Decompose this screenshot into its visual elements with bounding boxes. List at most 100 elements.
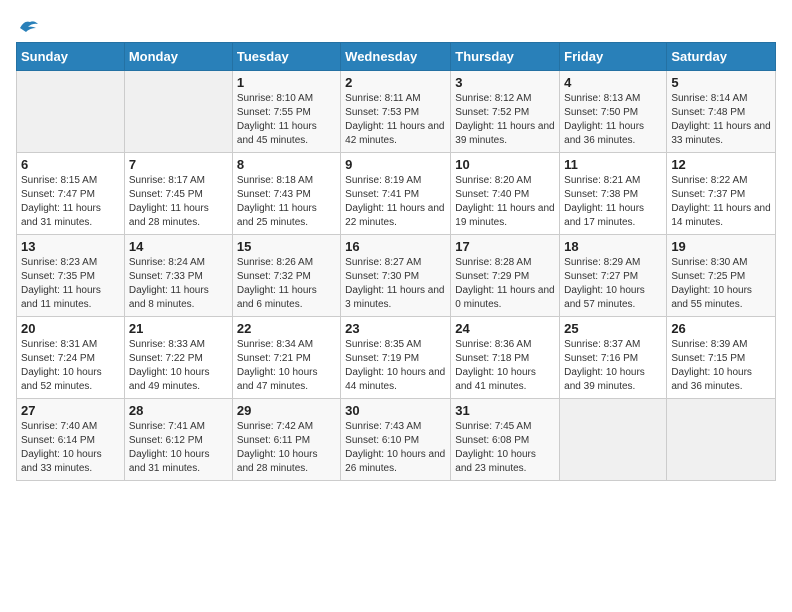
calendar-cell: 14 Sunrise: 8:24 AM Sunset: 7:33 PM Dayli… [124, 235, 232, 317]
calendar-cell: 26 Sunrise: 8:39 AM Sunset: 7:15 PM Dayli… [667, 317, 776, 399]
day-info: Sunrise: 8:18 AM Sunset: 7:43 PM Dayligh… [237, 174, 336, 230]
day-info: Sunrise: 8:36 AM Sunset: 7:18 PM Dayligh… [455, 338, 555, 394]
calendar-cell: 28 Sunrise: 7:41 AM Sunset: 6:12 PM Dayli… [124, 399, 232, 481]
day-info: Sunrise: 8:19 AM Sunset: 7:41 PM Dayligh… [345, 174, 446, 230]
day-info: Sunrise: 8:31 AM Sunset: 7:24 PM Dayligh… [21, 338, 120, 394]
day-info: Sunrise: 7:43 AM Sunset: 6:10 PM Dayligh… [345, 420, 446, 476]
calendar-cell: 20 Sunrise: 8:31 AM Sunset: 7:24 PM Dayli… [17, 317, 125, 399]
calendar-cell: 22 Sunrise: 8:34 AM Sunset: 7:21 PM Dayli… [232, 317, 340, 399]
day-number: 29 [237, 403, 336, 418]
day-number: 28 [129, 403, 228, 418]
day-header-saturday: Saturday [667, 43, 776, 71]
calendar-header-row: SundayMondayTuesdayWednesdayThursdayFrid… [17, 43, 776, 71]
day-info: Sunrise: 8:35 AM Sunset: 7:19 PM Dayligh… [345, 338, 446, 394]
day-number: 6 [21, 157, 120, 172]
day-header-thursday: Thursday [451, 43, 560, 71]
day-number: 23 [345, 321, 446, 336]
day-info: Sunrise: 8:37 AM Sunset: 7:16 PM Dayligh… [564, 338, 662, 394]
day-info: Sunrise: 8:11 AM Sunset: 7:53 PM Dayligh… [345, 92, 446, 148]
day-info: Sunrise: 8:15 AM Sunset: 7:47 PM Dayligh… [21, 174, 120, 230]
week-row-3: 13Sunrise: 8:23 AM Sunset: 7:35 PM Dayli… [17, 235, 776, 317]
calendar-cell: 8Sunrise: 8:18 AM Sunset: 7:43 PM Daylig… [232, 153, 340, 235]
week-row-4: 20 Sunrise: 8:31 AM Sunset: 7:24 PM Dayli… [17, 317, 776, 399]
week-row-1: 1Sunrise: 8:10 AM Sunset: 7:55 PM Daylig… [17, 71, 776, 153]
calendar-cell: 15Sunrise: 8:26 AM Sunset: 7:32 PM Dayli… [232, 235, 340, 317]
day-number: 24 [455, 321, 555, 336]
day-number: 19 [671, 239, 771, 254]
logo-bird-icon [18, 18, 40, 36]
day-number: 22 [237, 321, 336, 336]
logo [16, 16, 40, 34]
day-number: 10 [455, 157, 555, 172]
calendar-cell [124, 71, 232, 153]
calendar-cell [17, 71, 125, 153]
day-header-monday: Monday [124, 43, 232, 71]
calendar-cell: 10 Sunrise: 8:20 AM Sunset: 7:40 PM Dayli… [451, 153, 560, 235]
day-number: 4 [564, 75, 662, 90]
calendar-cell: 24 Sunrise: 8:36 AM Sunset: 7:18 PM Dayli… [451, 317, 560, 399]
day-info: Sunrise: 7:42 AM Sunset: 6:11 PM Dayligh… [237, 420, 336, 476]
calendar-cell: 23 Sunrise: 8:35 AM Sunset: 7:19 PM Dayli… [341, 317, 451, 399]
day-info: Sunrise: 8:17 AM Sunset: 7:45 PM Dayligh… [129, 174, 228, 230]
day-header-wednesday: Wednesday [341, 43, 451, 71]
calendar-cell: 17Sunrise: 8:28 AM Sunset: 7:29 PM Dayli… [451, 235, 560, 317]
calendar-table: SundayMondayTuesdayWednesdayThursdayFrid… [16, 42, 776, 481]
day-info: Sunrise: 8:20 AM Sunset: 7:40 PM Dayligh… [455, 174, 555, 230]
day-info: Sunrise: 8:39 AM Sunset: 7:15 PM Dayligh… [671, 338, 771, 394]
calendar-cell: 2 Sunrise: 8:11 AM Sunset: 7:53 PM Daylig… [341, 71, 451, 153]
day-info: Sunrise: 8:24 AM Sunset: 7:33 PM Dayligh… [129, 256, 228, 312]
week-row-2: 6 Sunrise: 8:15 AM Sunset: 7:47 PM Daylig… [17, 153, 776, 235]
calendar-cell: 27Sunrise: 7:40 AM Sunset: 6:14 PM Dayli… [17, 399, 125, 481]
day-info: Sunrise: 8:29 AM Sunset: 7:27 PM Dayligh… [564, 256, 662, 312]
day-info: Sunrise: 7:45 AM Sunset: 6:08 PM Dayligh… [455, 420, 555, 476]
calendar-cell: 29 Sunrise: 7:42 AM Sunset: 6:11 PM Dayli… [232, 399, 340, 481]
day-number: 30 [345, 403, 446, 418]
day-info: Sunrise: 8:30 AM Sunset: 7:25 PM Dayligh… [671, 256, 771, 312]
day-header-tuesday: Tuesday [232, 43, 340, 71]
day-info: Sunrise: 8:27 AM Sunset: 7:30 PM Dayligh… [345, 256, 446, 312]
day-info: Sunrise: 7:41 AM Sunset: 6:12 PM Dayligh… [129, 420, 228, 476]
day-info: Sunrise: 8:22 AM Sunset: 7:37 PM Dayligh… [671, 174, 771, 230]
day-info: Sunrise: 8:34 AM Sunset: 7:21 PM Dayligh… [237, 338, 336, 394]
day-header-friday: Friday [560, 43, 667, 71]
calendar-cell: 31 Sunrise: 7:45 AM Sunset: 6:08 PM Dayli… [451, 399, 560, 481]
day-number: 5 [671, 75, 771, 90]
day-number: 25 [564, 321, 662, 336]
day-number: 7 [129, 157, 228, 172]
calendar-cell: 3Sunrise: 8:12 AM Sunset: 7:52 PM Daylig… [451, 71, 560, 153]
day-number: 14 [129, 239, 228, 254]
calendar-cell: 25 Sunrise: 8:37 AM Sunset: 7:16 PM Dayli… [560, 317, 667, 399]
day-info: Sunrise: 8:13 AM Sunset: 7:50 PM Dayligh… [564, 92, 662, 148]
day-info: Sunrise: 8:33 AM Sunset: 7:22 PM Dayligh… [129, 338, 228, 394]
day-header-sunday: Sunday [17, 43, 125, 71]
day-number: 27 [21, 403, 120, 418]
calendar-cell: 5 Sunrise: 8:14 AM Sunset: 7:48 PM Daylig… [667, 71, 776, 153]
day-number: 9 [345, 157, 446, 172]
calendar-cell: 18 Sunrise: 8:29 AM Sunset: 7:27 PM Dayli… [560, 235, 667, 317]
day-number: 12 [671, 157, 771, 172]
calendar-cell [667, 399, 776, 481]
calendar-cell: 16Sunrise: 8:27 AM Sunset: 7:30 PM Dayli… [341, 235, 451, 317]
day-info: Sunrise: 8:21 AM Sunset: 7:38 PM Dayligh… [564, 174, 662, 230]
day-number: 31 [455, 403, 555, 418]
calendar-cell: 12 Sunrise: 8:22 AM Sunset: 7:37 PM Dayli… [667, 153, 776, 235]
week-row-5: 27Sunrise: 7:40 AM Sunset: 6:14 PM Dayli… [17, 399, 776, 481]
calendar-cell: 1Sunrise: 8:10 AM Sunset: 7:55 PM Daylig… [232, 71, 340, 153]
day-number: 3 [455, 75, 555, 90]
calendar-cell [560, 399, 667, 481]
day-number: 18 [564, 239, 662, 254]
page-header [16, 16, 776, 34]
calendar-cell: 13Sunrise: 8:23 AM Sunset: 7:35 PM Dayli… [17, 235, 125, 317]
calendar-cell: 11Sunrise: 8:21 AM Sunset: 7:38 PM Dayli… [560, 153, 667, 235]
day-number: 26 [671, 321, 771, 336]
day-info: Sunrise: 8:28 AM Sunset: 7:29 PM Dayligh… [455, 256, 555, 312]
calendar-cell: 6 Sunrise: 8:15 AM Sunset: 7:47 PM Daylig… [17, 153, 125, 235]
calendar-cell: 19 Sunrise: 8:30 AM Sunset: 7:25 PM Dayli… [667, 235, 776, 317]
day-info: Sunrise: 8:23 AM Sunset: 7:35 PM Dayligh… [21, 256, 120, 312]
day-number: 20 [21, 321, 120, 336]
day-number: 21 [129, 321, 228, 336]
calendar-cell: 21 Sunrise: 8:33 AM Sunset: 7:22 PM Dayli… [124, 317, 232, 399]
day-info: Sunrise: 8:14 AM Sunset: 7:48 PM Dayligh… [671, 92, 771, 148]
day-number: 2 [345, 75, 446, 90]
day-number: 15 [237, 239, 336, 254]
